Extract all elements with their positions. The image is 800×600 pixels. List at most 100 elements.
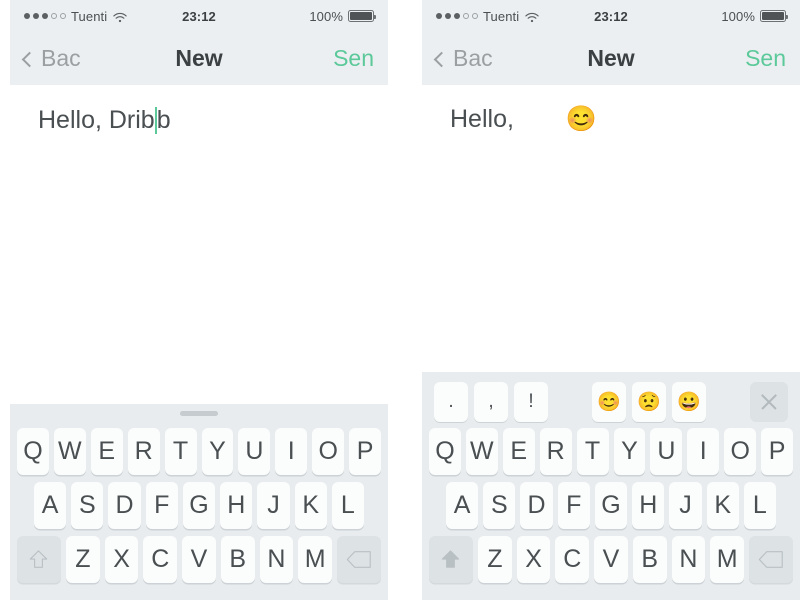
back-button-label: Bac [41,45,81,71]
close-suggestions-button[interactable] [750,382,788,422]
shift-key[interactable] [16,536,61,583]
key-i[interactable]: I [687,428,720,475]
key-g[interactable]: G [182,482,216,529]
compose-area[interactable]: Hello, 😊.,! 😊 😟 😀 Q W E R T Y U I O P A S D F G H J K L Z X C V B N M [422,85,800,600]
wifi-icon [525,11,539,22]
key-t[interactable]: T [164,428,197,475]
suggestion-key[interactable]: ! [514,382,548,422]
key-f[interactable]: F [145,482,178,529]
status-bar-right: 100% [628,8,788,24]
key-x[interactable]: X [104,536,139,583]
key-e[interactable]: E [90,428,123,475]
key-s[interactable]: S [71,482,104,529]
message-emoji: 😊 [565,105,598,133]
message-text-before-caret: Hello, Drib [38,106,155,134]
battery-fill [762,12,784,20]
key-j[interactable]: J [669,482,702,529]
emoji-suggestion-key[interactable]: 😀 [672,382,706,422]
carrier-name: Tuenti [71,8,108,24]
signal-dot-filled [24,13,30,19]
key-q[interactable]: Q [16,428,49,475]
compose-area[interactable]: Hello, Drib b Q W E R T Y U I O P A S D F G H J K L Z X C V B N M [10,85,388,600]
key-n[interactable]: N [671,536,706,583]
send-button[interactable]: Sen [611,45,786,72]
key-y[interactable]: Y [201,428,234,475]
key-p[interactable]: P [349,428,382,475]
back-button[interactable]: Bac [433,45,611,72]
battery-percent-label: 100% [721,8,755,24]
key-a[interactable]: A [446,482,479,529]
key-k[interactable]: K [706,482,739,529]
key-b[interactable]: B [632,536,667,583]
key-r[interactable]: R [127,428,160,475]
signal-dot-filled [445,13,451,19]
emoji-suggestion-key[interactable]: 😟 [632,382,666,422]
signal-dot-empty [463,13,469,19]
signal-strength-icon [436,13,478,19]
key-l[interactable]: L [743,482,776,529]
key-c[interactable]: C [555,536,590,583]
message-text-before-caret: Hello, [450,105,514,133]
key-j[interactable]: J [257,482,290,529]
key-k[interactable]: K [294,482,327,529]
key-m[interactable]: M [710,536,745,583]
key-f[interactable]: F [557,482,590,529]
backspace-key[interactable] [749,536,794,583]
key-m[interactable]: M [298,536,333,583]
signal-dot-filled [436,13,442,19]
key-d[interactable]: D [108,482,141,529]
key-t[interactable]: T [576,428,609,475]
key-z[interactable]: Z [65,536,100,583]
signal-dot-empty [51,13,57,19]
emoji-suggestion-key[interactable]: 😊 [592,382,626,422]
backspace-icon [758,551,783,568]
keyboard: QWERTYUIOP ASDFGHJKL ZXCVBNM [10,404,388,600]
send-button[interactable]: Sen [199,45,374,72]
wifi-icon [113,11,127,22]
key-e[interactable]: E [502,428,535,475]
message-text-line: Hello, Drib b [38,107,360,134]
key-u[interactable]: U [650,428,683,475]
key-q[interactable]: Q [428,428,461,475]
key-z[interactable]: Z [477,536,512,583]
keyboard-drag-handle[interactable] [180,410,218,416]
key-h[interactable]: H [220,482,253,529]
key-w[interactable]: W [465,428,498,475]
panel-right: Tuenti 23:12 100% Bac New Sen Hello, 😊.,! 😊 😟 😀 Q W E… [422,0,800,600]
suggestion-bar: .,! 😊 😟 😀 [422,372,800,428]
key-s[interactable]: S [483,482,516,529]
key-a[interactable]: A [34,482,67,529]
key-v[interactable]: V [594,536,628,583]
key-v[interactable]: V [182,536,216,583]
key-d[interactable]: D [520,482,553,529]
key-o[interactable]: O [724,428,757,475]
status-bar-right: 100% [216,9,376,24]
key-g[interactable]: G [594,482,628,529]
key-u[interactable]: U [238,428,271,475]
shift-key[interactable] [428,536,473,583]
key-b[interactable]: B [220,536,255,583]
key-c[interactable]: C [143,536,178,583]
key-i[interactable]: I [275,428,308,475]
close-x-icon [759,392,779,412]
key-x[interactable]: X [516,536,551,583]
keyboard-row-1: QWERTYUIOP [10,428,388,475]
suggestion-key[interactable]: . [434,382,468,422]
key-n[interactable]: N [259,536,294,583]
key-r[interactable]: R [539,428,572,475]
shift-outline-icon [30,550,48,568]
battery-full-icon [760,10,788,22]
key-h[interactable]: H [632,482,665,529]
back-button[interactable]: Bac [21,45,199,72]
key-l[interactable]: L [331,482,364,529]
key-w[interactable]: W [53,428,86,475]
key-p[interactable]: P [761,428,794,475]
key-y[interactable]: Y [613,428,646,475]
key-o[interactable]: O [312,428,345,475]
status-bar: Tuenti 23:12 100% [422,0,800,32]
suggestion-key[interactable]: , [474,382,508,422]
nav-bar: Bac New Sen [422,32,800,85]
backspace-key[interactable] [337,536,382,583]
status-bar: Tuenti 23:12 100% [10,0,388,32]
carrier-name: Tuenti [483,8,520,24]
